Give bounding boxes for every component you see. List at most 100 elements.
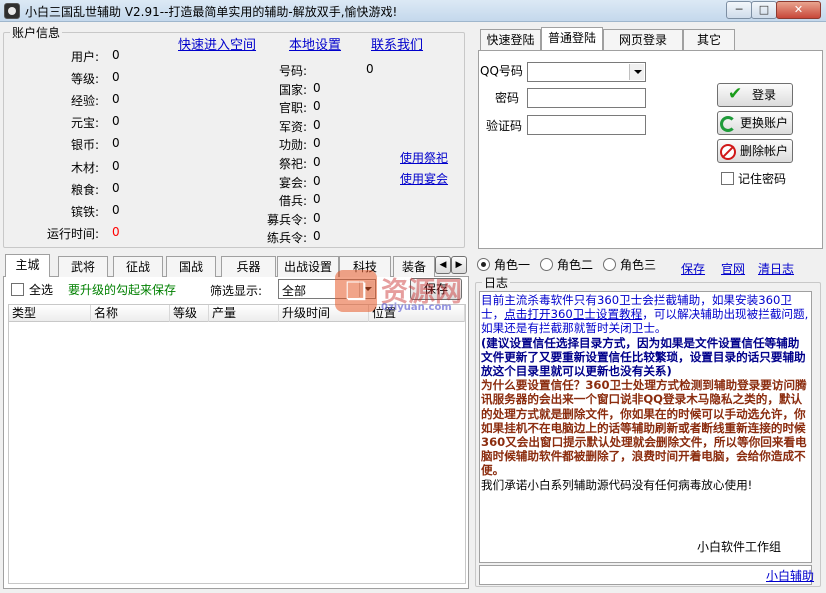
account-field-label: 宴会:: [278, 175, 307, 190]
account-field-value: 0: [112, 202, 120, 217]
xiaobai-assist-link[interactable]: 小白辅助: [766, 567, 814, 584]
log-line-4: 我们承诺小白系列辅助源代码没有任何病毒放心使用!: [481, 477, 753, 492]
account-field-label: 银币:: [70, 138, 99, 153]
account-field-value: 0: [366, 62, 374, 76]
watermark-url: 0ziyuan.com: [381, 302, 452, 313]
column-header[interactable]: 名称: [91, 305, 170, 322]
tab-quick-login[interactable]: 快速登陆: [480, 29, 541, 50]
delete-account-button[interactable]: 删除帐户: [717, 139, 793, 163]
watermark-logo-icon: ❏: [335, 270, 377, 312]
account-field-value: 0: [313, 99, 321, 114]
login-panel: 快速登陆 普通登陆 网页登录 其它 QQ号码 密码 验证码 ✔ 登录 更换账户 …: [478, 27, 823, 253]
account-field-label: 功勋:: [278, 138, 307, 153]
upgrade-hint: 要升级的勾起来保存: [68, 283, 177, 297]
tab-other[interactable]: 其它: [683, 29, 735, 50]
close-button[interactable]: ✕: [776, 1, 821, 19]
app-icon: [4, 3, 20, 19]
account-field-label: 木材:: [70, 160, 99, 175]
account-field-value: 0: [112, 92, 120, 107]
account-field-value: 0: [313, 173, 321, 188]
tab-web-login-label: 网页登录: [618, 33, 667, 47]
account-field-value: 0: [112, 180, 120, 195]
tab-campaign[interactable]: 征战: [113, 256, 163, 277]
captcha-input[interactable]: [527, 115, 646, 135]
account-field-label: 等级:: [70, 72, 99, 87]
quick-space-link[interactable]: 快速进入空间: [178, 34, 256, 53]
account-field-label: 祭祀:: [278, 157, 307, 171]
account-field-label: 官职:: [278, 101, 307, 116]
switch-account-label: 更换账户: [740, 116, 789, 130]
account-field-label: 军资:: [278, 119, 307, 134]
watermark: ❏ 资源网 0ziyuan.com: [335, 270, 485, 318]
account-field-value: 0: [112, 224, 120, 239]
captcha-label: 验证码: [486, 119, 523, 133]
account-field-value: 0: [313, 229, 321, 244]
title-bar: 小白三国乱世辅助 V2.91--打造最简单实用的辅助-解放双手,愉快游戏! ─ …: [0, 0, 826, 22]
remember-password-checkbox[interactable]: [721, 172, 734, 185]
log-signature: 小白软件工作组: [697, 540, 782, 554]
column-header[interactable]: 产量: [209, 305, 279, 322]
account-field-value: 0: [313, 117, 321, 132]
role-three-label: 角色三: [620, 258, 657, 272]
delete-account-label: 删除帐户: [740, 144, 789, 158]
tab-web-login[interactable]: 网页登录: [603, 29, 683, 50]
log-line-3: 为什么要设置信任？360卫士处理方式检测到辅助登录要访问腾讯服务器的会出来一个窗…: [481, 378, 807, 478]
account-field-label: 元宝:: [70, 116, 99, 131]
account-field-label: 号码:: [278, 64, 307, 78]
local-settings-link[interactable]: 本地设置: [289, 34, 341, 53]
account-field-label: 运行时间:: [46, 226, 99, 241]
qq-number-combo[interactable]: [527, 62, 646, 82]
window-title: 小白三国乱世辅助 V2.91--打造最简单实用的辅助-解放双手,愉快游戏!: [25, 5, 398, 19]
account-field-value: 0: [313, 136, 321, 151]
tab-national-war[interactable]: 国战: [166, 256, 216, 277]
login-button[interactable]: ✔ 登录: [717, 83, 793, 107]
select-all-checkbox[interactable]: [11, 283, 24, 296]
account-field-value: 0: [112, 48, 120, 62]
account-field-label: 用户:: [70, 50, 99, 64]
checkmark-icon: ✔: [728, 84, 743, 104]
tab-battle-settings[interactable]: 出战设置: [277, 256, 339, 277]
account-field-value: 0: [313, 155, 321, 169]
filter-select-value: 全部: [282, 284, 307, 298]
account-field-label: 镔铁:: [70, 204, 99, 219]
account-field-label: 国家:: [278, 82, 307, 97]
use-sacrifice-link[interactable]: 使用祭祀: [400, 149, 448, 166]
column-header[interactable]: 等级: [170, 305, 209, 322]
account-group-title: 账户信息: [10, 26, 63, 40]
password-input[interactable]: [527, 88, 646, 108]
open-360-tutorial-link[interactable]: 点击打开360卫士设置教程: [504, 307, 642, 321]
account-field-label: 经验:: [70, 94, 99, 109]
tab-generals[interactable]: 武将: [58, 256, 108, 277]
log-line-2: (建议设置信任选择目录方式，因为如果是文件设置信任等辅助文件更新了又要重新设置信…: [481, 335, 806, 379]
account-field-label: 粮食:: [70, 182, 99, 197]
account-field-value: 0: [112, 158, 120, 173]
buildings-table[interactable]: 类型 名称 等级 产量 升级时间 位置: [8, 304, 466, 584]
account-field-label: 练兵令:: [266, 231, 307, 246]
switch-account-button[interactable]: 更换账户: [717, 111, 793, 135]
qq-number-label: QQ号码: [480, 64, 523, 78]
account-field-value: 0: [112, 114, 120, 129]
tab-normal-login[interactable]: 普通登陆: [541, 27, 603, 50]
account-field-value: 0: [313, 192, 321, 207]
use-banquet-link[interactable]: 使用宴会: [400, 170, 448, 187]
log-content: 目前主流杀毒软件只有360卫士会拦截辅助，如果安装360卫士，点击打开360卫士…: [481, 293, 809, 492]
tab-main-city[interactable]: 主城: [5, 254, 50, 277]
column-header[interactable]: 类型: [9, 305, 91, 322]
chevron-down-icon[interactable]: [629, 64, 644, 80]
footer-field: [479, 565, 812, 585]
maximize-button[interactable]: □: [751, 1, 777, 19]
minimize-button[interactable]: ─: [726, 1, 752, 19]
role-three-radio[interactable]: [603, 258, 616, 271]
no-entry-icon: [720, 144, 736, 160]
role-one-label: 角色一: [494, 258, 531, 272]
tab-weapons[interactable]: 兵器: [221, 256, 276, 277]
account-field-value: 0: [112, 70, 120, 85]
contact-us-link[interactable]: 联系我们: [371, 34, 423, 53]
account-field-value: 0: [313, 210, 321, 225]
account-field-label: 借兵:: [278, 194, 307, 209]
role-two-radio[interactable]: [540, 258, 553, 271]
login-button-label: 登录: [752, 88, 777, 102]
account-field-value: 0: [313, 80, 321, 95]
role-two-label: 角色二: [557, 258, 594, 272]
filter-label: 筛选显示:: [210, 284, 263, 298]
